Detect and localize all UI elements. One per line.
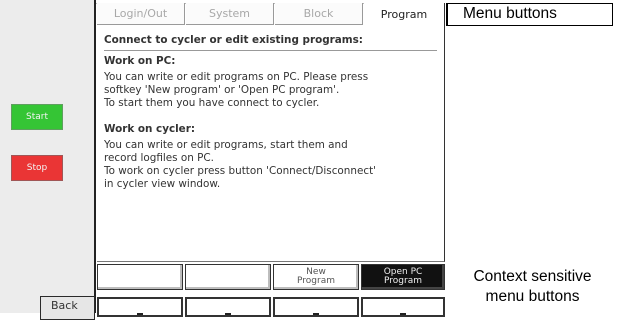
pc-section-heading: Work on PC: (104, 55, 176, 67)
cycler-section-heading: Work on cycler: (104, 123, 196, 135)
panel-title: Connect to cycler or edit existing progr… (104, 32, 437, 51)
menu-buttons-annotation: Menu buttons (446, 3, 613, 26)
program-info-panel: Connect to cycler or edit existing progr… (97, 25, 445, 262)
softkey-6[interactable] (185, 297, 271, 317)
stop-button[interactable]: Stop (11, 155, 63, 181)
softkey-2[interactable] (185, 264, 271, 290)
tab-program[interactable]: Program (364, 3, 445, 25)
new-program-softkey[interactable]: New Program (273, 264, 359, 290)
softkey-marker-icon (400, 313, 406, 315)
pc-section-text: You can write or edit programs on PC. Pl… (104, 71, 369, 109)
context-buttons-annotation: Context sensitive menu buttons (473, 268, 592, 305)
open-pc-program-softkey[interactable]: Open PC Program (361, 264, 445, 290)
tab-system[interactable]: System (186, 3, 274, 25)
softkey-8[interactable] (361, 297, 445, 317)
start-button[interactable]: Start (11, 104, 63, 130)
softkey-marker-icon (313, 313, 319, 315)
softkey-7[interactable] (273, 297, 359, 317)
softkey-marker-icon (137, 313, 143, 315)
softkey-1[interactable] (97, 264, 183, 290)
tab-login-out[interactable]: Login/Out (97, 3, 185, 25)
softkey-5[interactable] (97, 297, 183, 317)
back-button[interactable]: Back (40, 296, 95, 320)
softkey-marker-icon (225, 313, 231, 315)
cycler-section-text: You can write or edit programs, start th… (104, 139, 376, 190)
tab-block[interactable]: Block (275, 3, 363, 25)
